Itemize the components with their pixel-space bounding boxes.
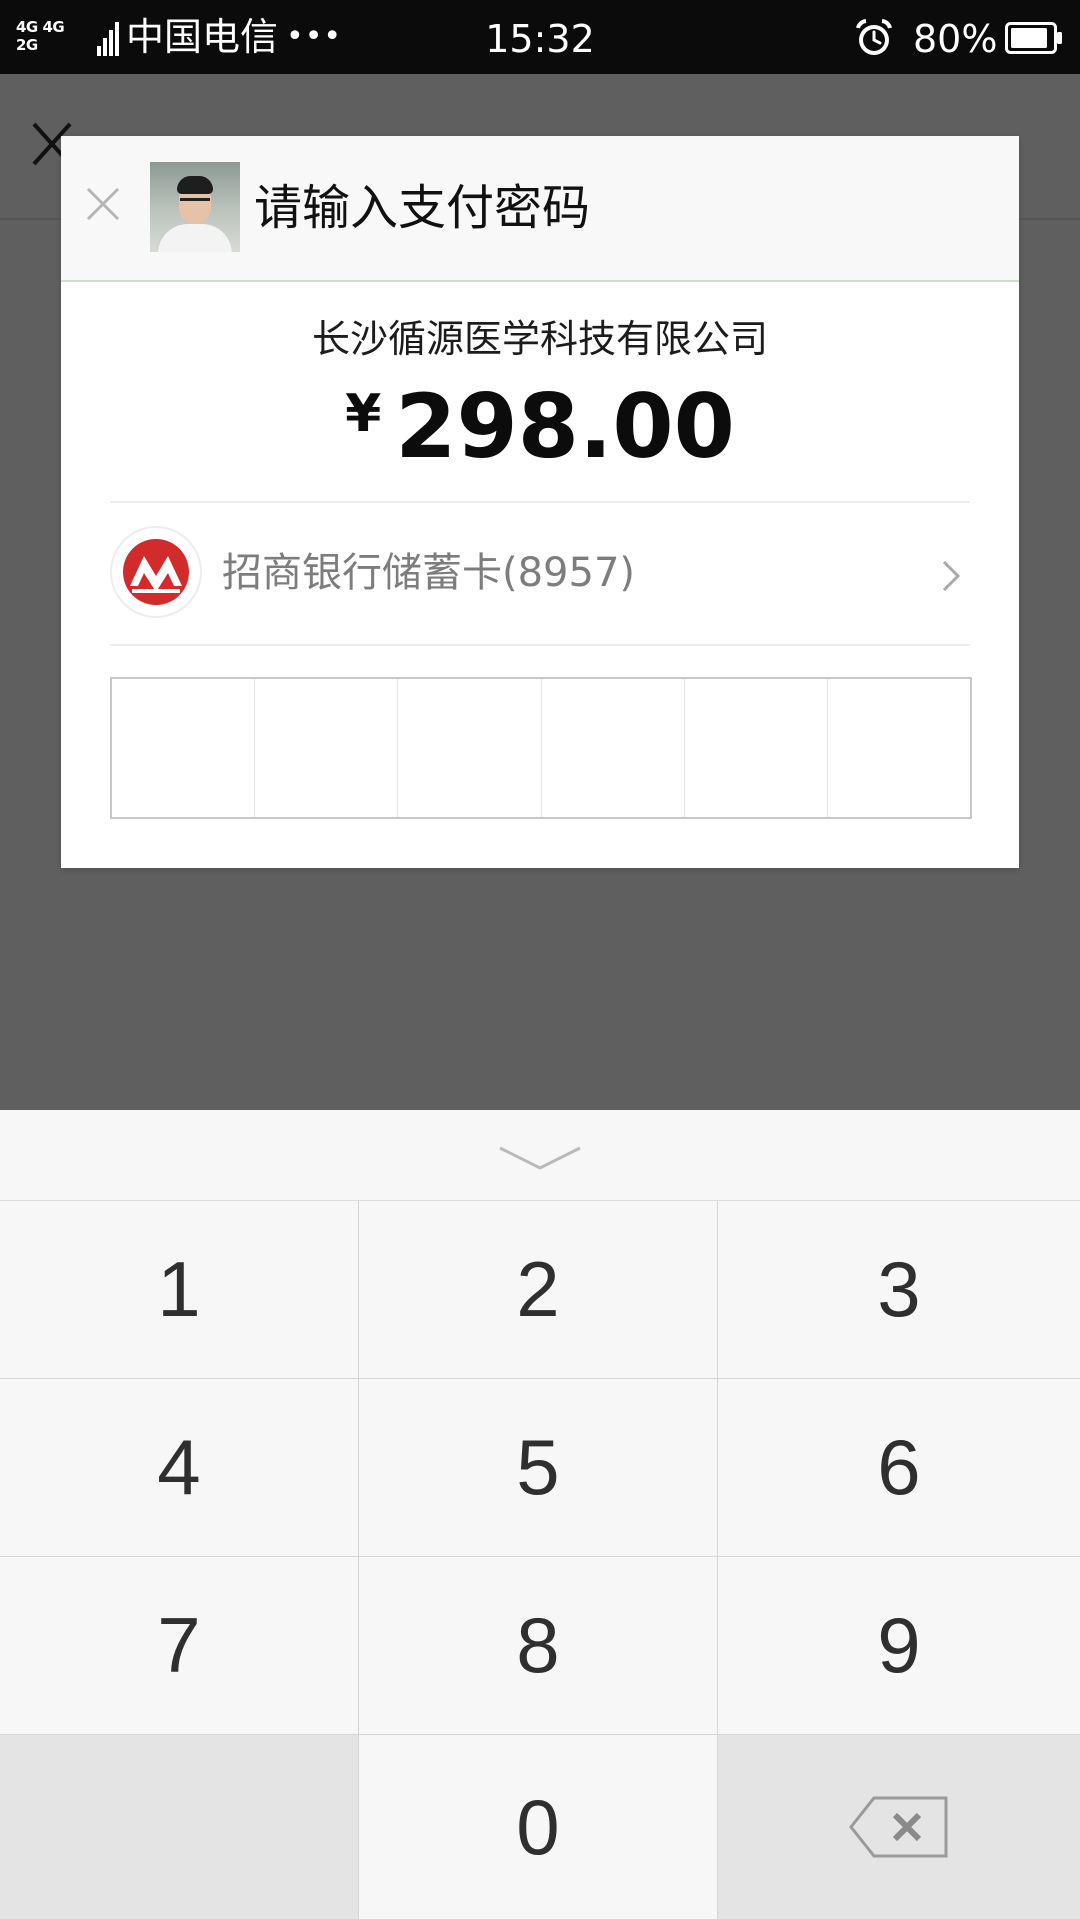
key-0[interactable]: 0 bbox=[359, 1735, 718, 1920]
bank-card-label: 招商银行储蓄卡(8957) bbox=[222, 550, 636, 596]
password-input[interactable] bbox=[110, 677, 972, 819]
key-2[interactable]: 2 bbox=[359, 1201, 718, 1379]
key-1[interactable]: 1 bbox=[0, 1201, 359, 1379]
keypad-grid: 1 2 3 4 5 6 7 8 9 0 bbox=[0, 1201, 1080, 1920]
battery-icon bbox=[1005, 22, 1062, 54]
payment-amount: ¥298.00 bbox=[61, 372, 1019, 482]
dialog-header: 请输入支付密码 bbox=[61, 136, 1019, 282]
password-digit-cell bbox=[112, 679, 256, 817]
battery-percentage: 80% bbox=[913, 17, 998, 61]
numeric-keypad: 1 2 3 4 5 6 7 8 9 0 bbox=[0, 1110, 1080, 1920]
password-digit-cell bbox=[542, 679, 685, 817]
chevron-down-icon[interactable] bbox=[496, 1144, 584, 1172]
key-3[interactable]: 3 bbox=[718, 1201, 1080, 1379]
key-4[interactable]: 4 bbox=[0, 1379, 359, 1557]
keypad-toolbar bbox=[0, 1110, 1080, 1201]
key-5[interactable]: 5 bbox=[359, 1379, 718, 1557]
password-digit-cell bbox=[398, 679, 542, 817]
key-blank bbox=[0, 1735, 359, 1920]
user-avatar bbox=[150, 162, 240, 252]
password-digit-cell bbox=[828, 679, 970, 817]
status-bar: 4G 4G 2G 中国电信 ••• 15:32 80% bbox=[0, 0, 1080, 74]
amount-value: 298.00 bbox=[395, 375, 735, 478]
password-digit-cell bbox=[255, 679, 399, 817]
password-digit-cell bbox=[685, 679, 828, 817]
dialog-title: 请输入支付密码 bbox=[254, 180, 591, 236]
backspace-key[interactable] bbox=[718, 1735, 1080, 1920]
divider bbox=[110, 644, 970, 646]
key-8[interactable]: 8 bbox=[359, 1557, 718, 1735]
key-7[interactable]: 7 bbox=[0, 1557, 359, 1735]
backspace-icon bbox=[849, 1796, 948, 1858]
payment-password-dialog: 请输入支付密码 长沙循源医学科技有限公司 ¥298.00 招商银行储蓄卡(895… bbox=[61, 136, 1019, 868]
alarm-icon bbox=[856, 19, 892, 55]
chevron-right-icon bbox=[942, 560, 961, 592]
key-6[interactable]: 6 bbox=[718, 1379, 1080, 1557]
merchant-name: 长沙循源医学科技有限公司 bbox=[311, 317, 768, 361]
key-9[interactable]: 9 bbox=[718, 1557, 1080, 1735]
currency-symbol: ¥ bbox=[345, 384, 382, 444]
cmb-logo-icon bbox=[110, 526, 202, 618]
payment-method-selector[interactable]: 招商银行储蓄卡(8957) bbox=[110, 502, 970, 644]
close-icon[interactable] bbox=[83, 184, 123, 224]
